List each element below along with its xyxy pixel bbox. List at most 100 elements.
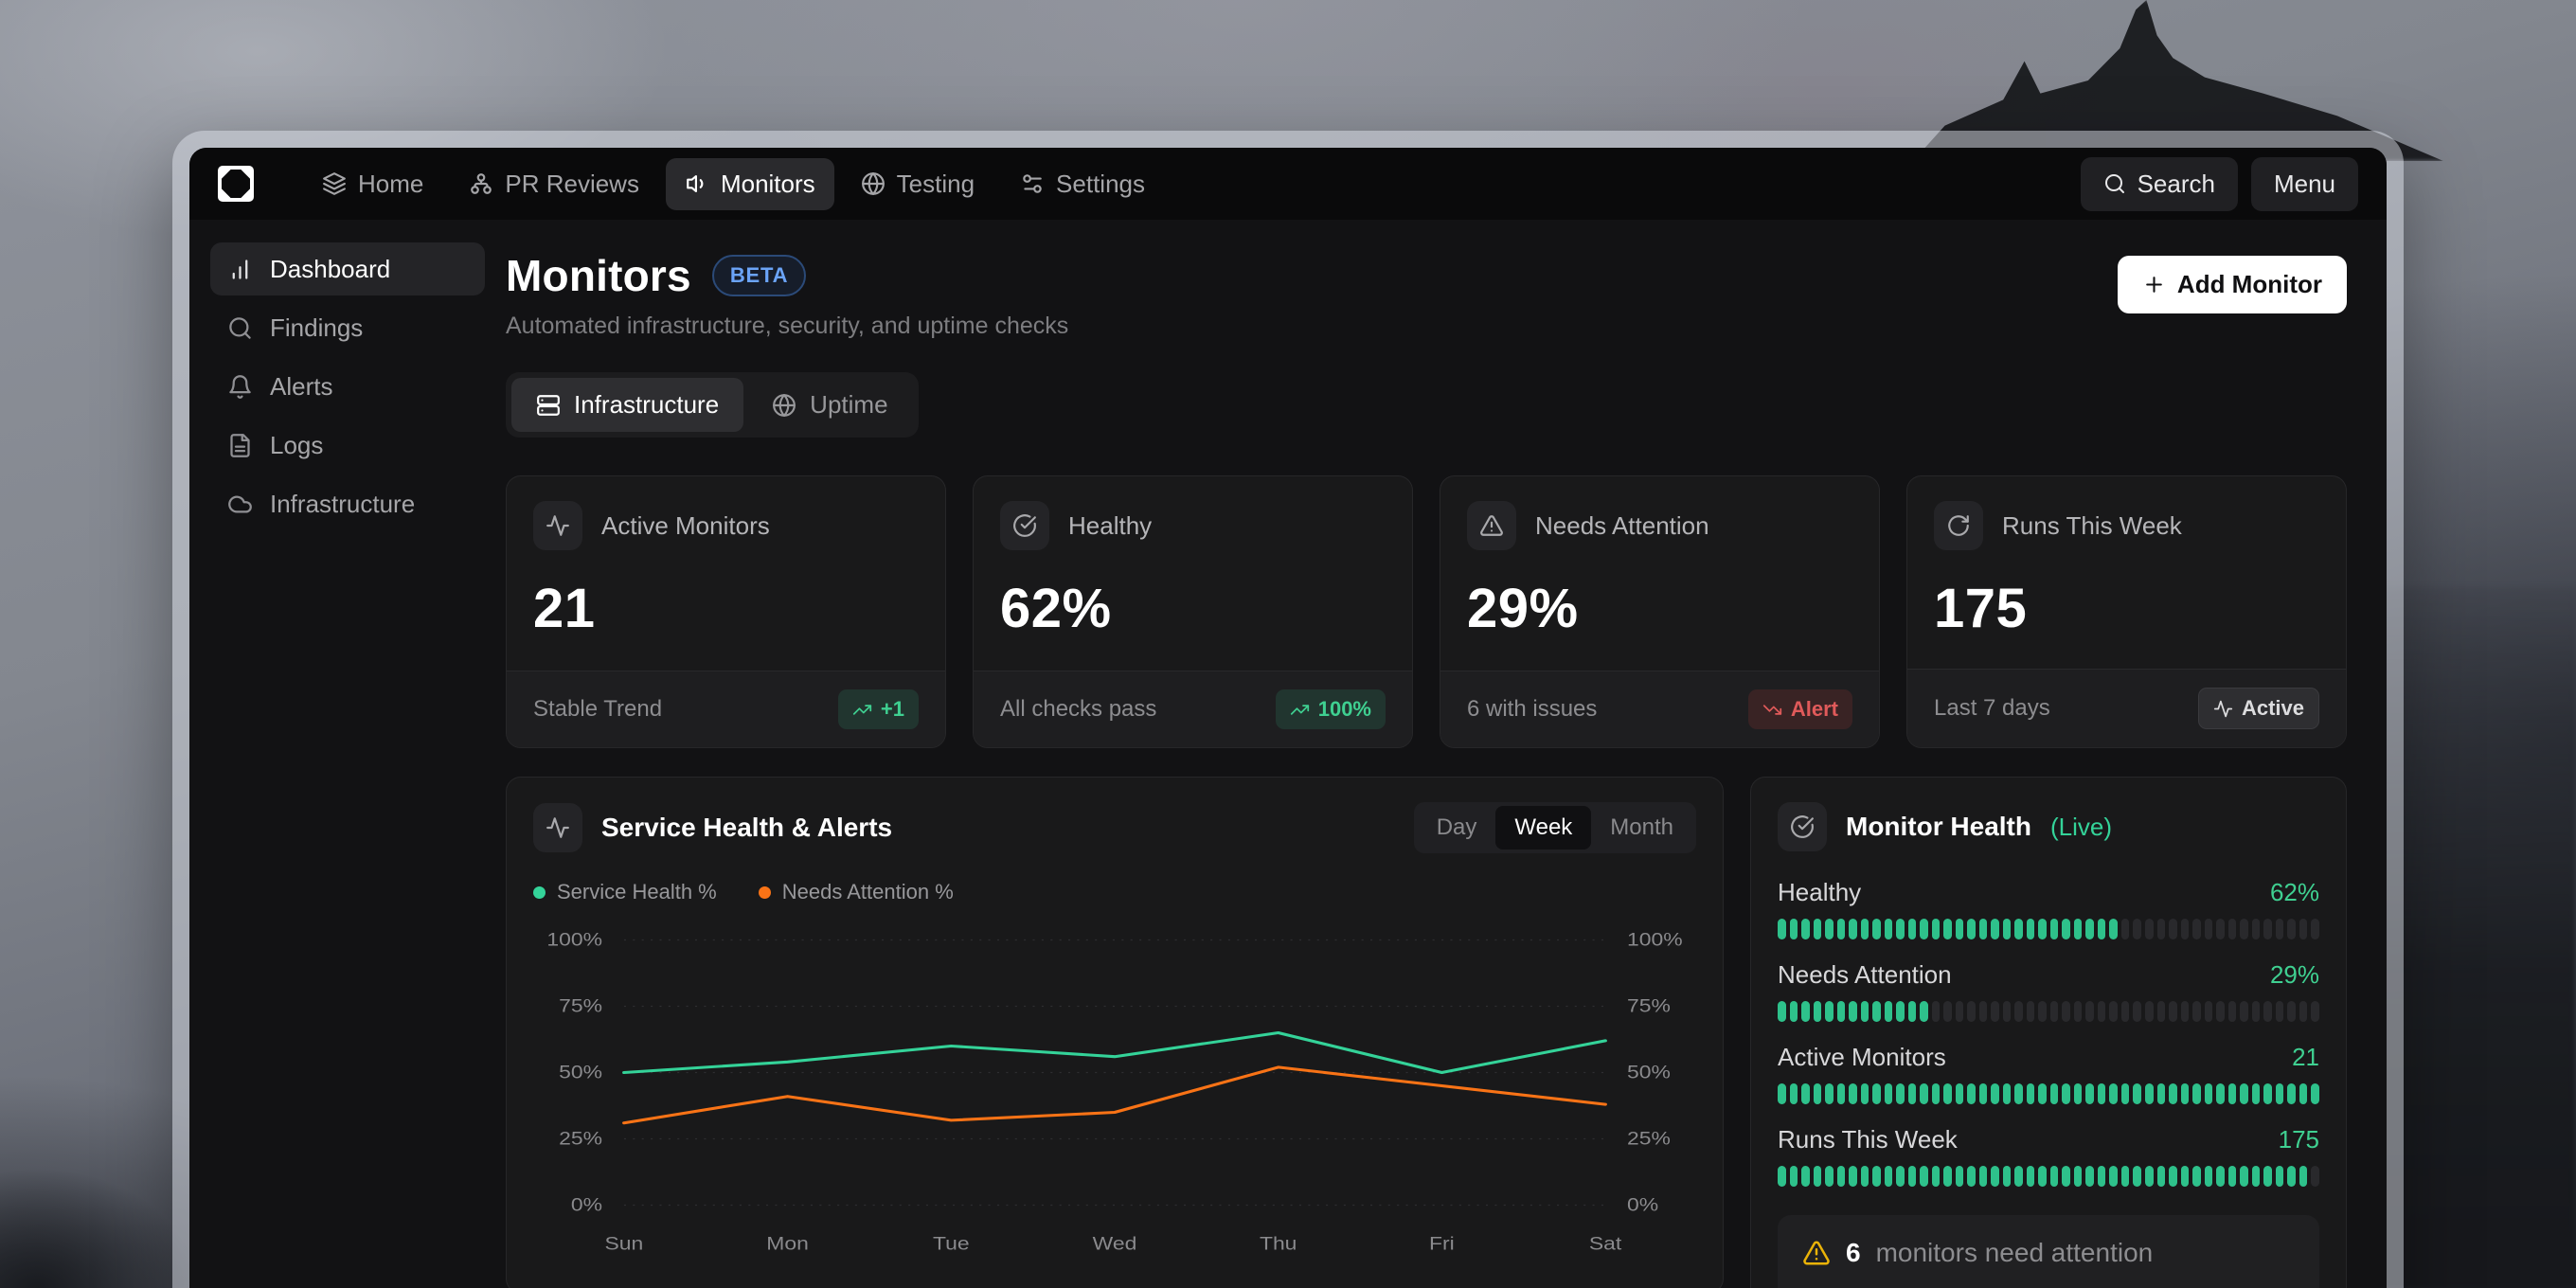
bar-segment [1896,1001,1905,1022]
health-row-value: 175 [2279,1125,2319,1154]
stat-card-footer-text: All checks pass [1000,696,1156,723]
tab-uptime[interactable]: Uptime [747,378,912,432]
bar-segment [1932,1166,1941,1187]
bar-segment [1943,1083,1952,1104]
nav-item-home[interactable]: Home [303,158,442,210]
bar-segment [1790,1083,1798,1104]
bar-segment [1814,1166,1822,1187]
bar-segment [2027,1001,2035,1022]
health-row-label: Needs Attention [1778,960,1952,990]
stat-card-value: 175 [1934,577,2319,640]
bar-segment [2074,919,2083,939]
legend-dot-icon [759,886,771,899]
dark-corner-shade [0,1099,189,1288]
bar-segment [2228,1001,2237,1022]
activity-icon [533,501,582,550]
range-option-week[interactable]: Week [1495,806,1591,850]
bar-segment [1943,1001,1952,1022]
bar-segment [1932,919,1941,939]
health-row-label: Active Monitors [1778,1043,1946,1072]
sidebar-item-dashboard[interactable]: Dashboard [210,242,485,295]
globe-icon [772,393,796,418]
bar-segment [2276,1083,2284,1104]
bar-segment [2240,1166,2248,1187]
add-monitor-button[interactable]: Add Monitor [2118,256,2347,313]
bar-segment [1979,1001,1988,1022]
svg-text:Wed: Wed [1093,1234,1137,1254]
bar-segment [2085,1166,2094,1187]
sidebar-item-alerts[interactable]: Alerts [210,360,485,413]
bar-segment [2263,1166,2272,1187]
legend-dot-icon [533,886,546,899]
search-button-label: Search [2138,170,2215,199]
bar-segment [2252,1001,2261,1022]
bar-segment [1861,1001,1869,1022]
bar-segment [2098,1001,2106,1022]
bar-segment [1956,1001,1964,1022]
bar-segment [1849,1166,1857,1187]
trending-up-icon [852,700,872,720]
sidebar-item-label: Logs [270,431,323,460]
sidebar-item-label: Dashboard [270,255,390,284]
bar-segment [2263,919,2272,939]
bar-segment [1778,1166,1786,1187]
alert-triangle-icon [1802,1239,1831,1267]
app-logo[interactable] [218,166,254,202]
bar-segment [1885,919,1893,939]
bar-segment [2299,1083,2308,1104]
nav-item-label: Monitors [721,170,815,199]
bar-segment [2098,919,2106,939]
sliders-icon [1020,171,1045,196]
bar-segment [2074,1083,2083,1104]
stat-card-healthy: Healthy62%All checks pass100% [973,475,1413,748]
nav-item-settings[interactable]: Settings [1001,158,1164,210]
app-surface: HomePR Reviews Monitors TestingSettings Se… [189,148,2387,1288]
bar-segment [2228,919,2237,939]
alert-triangle-icon [1479,513,1504,538]
sidebar-item-logs[interactable]: Logs [210,419,485,472]
bar-segment [2109,1166,2118,1187]
nav-item-monitors[interactable]: Monitors [666,158,834,210]
svg-text:Mon: Mon [766,1234,809,1254]
bar-segment [1825,919,1834,939]
health-row-runs-this-week: Runs This Week175 [1778,1125,2319,1187]
bar-segment [1849,1001,1857,1022]
sidebar-item-findings[interactable]: Findings [210,301,485,354]
activity-icon [533,803,582,852]
menu-button[interactable]: Menu [2251,157,2358,211]
bar-segment [2228,1166,2237,1187]
svg-text:75%: 75% [1627,996,1671,1016]
svg-text:100%: 100% [546,930,602,950]
svg-text:Sat: Sat [1589,1234,1622,1254]
bar-segment [1967,1001,1976,1022]
bar-segment [1861,1083,1869,1104]
bar-segment [2276,1166,2284,1187]
nav-item-pr-reviews[interactable]: PR Reviews [450,158,658,210]
logo-gem-icon [222,170,250,198]
tab-infrastructure[interactable]: Infrastructure [511,378,743,432]
range-option-month[interactable]: Month [1591,806,1692,850]
bar-segment [1825,1166,1834,1187]
nav-item-testing[interactable]: Testing [842,158,993,210]
range-option-day[interactable]: Day [1418,806,1496,850]
bar-segment [1908,1001,1917,1022]
bar-segment [2299,919,2308,939]
health-row-value: 29% [2270,960,2319,990]
bar-segment [2014,1166,2023,1187]
refresh-icon [1934,501,1983,550]
stat-card-badge: 100% [1276,689,1386,729]
health-row-needs-attention: Needs Attention 29% [1778,960,2319,1022]
bar-segment [2157,1001,2166,1022]
cloud-icon [227,492,253,517]
svg-text:Thu: Thu [1260,1234,1297,1254]
bar-segment [2038,1166,2047,1187]
bar-segment [2121,1166,2130,1187]
add-monitor-label: Add Monitor [2177,270,2322,299]
bar-segment [1861,1166,1869,1187]
segmented-progress-bar [1778,1001,2319,1022]
sidebar-item-infrastructure[interactable]: Infrastructure [210,477,485,530]
svg-text:50%: 50% [559,1063,602,1082]
search-button[interactable]: Search [2081,157,2238,211]
bar-segment [2062,1083,2070,1104]
bar-segment [1778,1083,1786,1104]
